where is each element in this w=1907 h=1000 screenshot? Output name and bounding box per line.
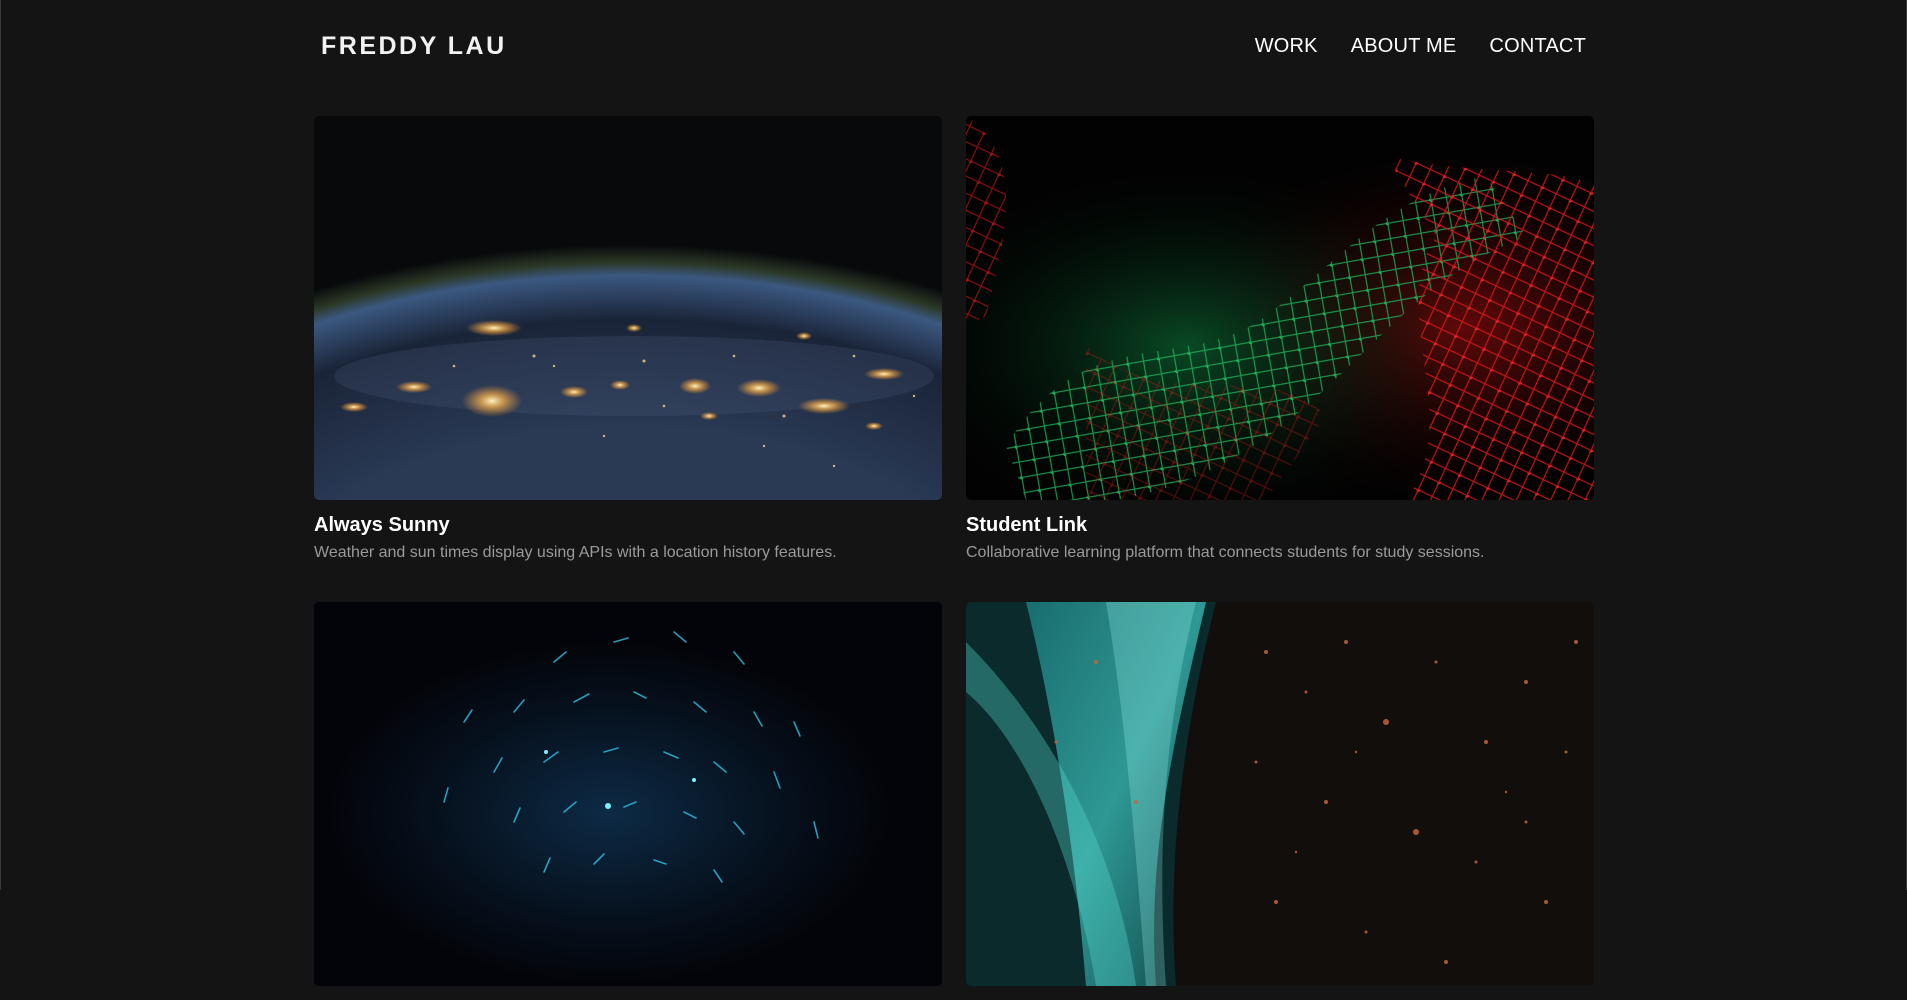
project-description: Weather and sun times display using APIs… xyxy=(314,544,837,561)
teal-copper-light-streaks-image[interactable] xyxy=(966,602,1594,986)
nav-contact-link[interactable]: CONTACT xyxy=(1489,35,1586,58)
project-description: Collaborative learning platform that con… xyxy=(966,544,1485,561)
site-logo[interactable]: FREDDY LAU xyxy=(321,32,507,61)
project-card[interactable]: Student Link Collaborative learning plat… xyxy=(966,116,1594,562)
earth-at-night-image[interactable] xyxy=(314,116,942,500)
main-nav: WORK ABOUT ME CONTACT xyxy=(1255,35,1586,58)
project-title[interactable]: Student Link xyxy=(966,514,1594,537)
red-green-network-mesh-image[interactable] xyxy=(966,116,1594,500)
project-grid: Always Sunny Weather and sun times displ… xyxy=(314,116,1594,1000)
site-header: FREDDY LAU WORK ABOUT ME CONTACT xyxy=(321,26,1586,66)
page-frame: FREDDY LAU WORK ABOUT ME CONTACT Always … xyxy=(0,0,1907,986)
project-card[interactable]: Always Sunny Weather and sun times displ… xyxy=(314,116,942,562)
project-title[interactable]: Always Sunny xyxy=(314,514,942,537)
project-card[interactable] xyxy=(314,602,942,1000)
project-card[interactable] xyxy=(966,602,1594,1000)
blue-particle-sphere-image[interactable] xyxy=(314,602,942,986)
nav-about-link[interactable]: ABOUT ME xyxy=(1351,35,1457,58)
nav-work-link[interactable]: WORK xyxy=(1255,35,1318,58)
